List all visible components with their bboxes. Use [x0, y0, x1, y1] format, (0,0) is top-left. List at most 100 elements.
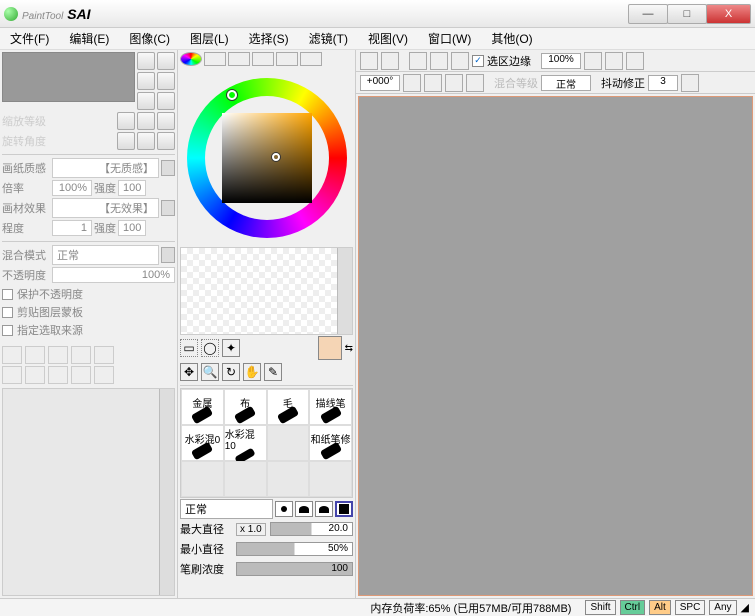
navigator-preview[interactable]: [2, 52, 135, 102]
clear-layer-button[interactable]: [94, 346, 114, 364]
rot-btn[interactable]: [117, 132, 135, 150]
menu-layer[interactable]: 图层(L): [184, 28, 235, 49]
brush-preset[interactable]: 和纸笔修: [309, 425, 352, 461]
brush-blend-dropdown[interactable]: 正常: [180, 499, 273, 519]
zoom-out-button[interactable]: [584, 52, 602, 70]
max-size-slider[interactable]: 20.0: [270, 522, 353, 536]
scale-value[interactable]: 100%: [52, 180, 92, 196]
undo-button[interactable]: [360, 52, 378, 70]
clipping-mask-checkbox[interactable]: [2, 307, 13, 318]
delete-layer-button[interactable]: [71, 366, 91, 384]
nav-btn[interactable]: [137, 52, 155, 70]
lasso-tool[interactable]: ◯: [201, 339, 219, 357]
maximize-button[interactable]: □: [667, 4, 707, 24]
density-slider[interactable]: 100: [236, 562, 353, 576]
effect-dropdown[interactable]: 【无效果】: [52, 198, 159, 218]
show-sel-button[interactable]: [451, 52, 469, 70]
intensity-value[interactable]: 100: [118, 180, 146, 196]
nav-btn[interactable]: [137, 92, 155, 110]
zoom-in-button[interactable]: [605, 52, 623, 70]
swap-colors-icon[interactable]: ⇆: [345, 343, 353, 354]
layer-mask-button[interactable]: [71, 346, 91, 364]
dropdown-icon[interactable]: [161, 200, 175, 216]
brush-preset[interactable]: 描线笔: [309, 389, 352, 425]
rot-btn[interactable]: [137, 132, 155, 150]
deselect-button[interactable]: [409, 52, 427, 70]
nav-btn[interactable]: [157, 92, 175, 110]
dropdown-icon[interactable]: [161, 160, 175, 176]
magic-wand-tool[interactable]: ✦: [222, 339, 240, 357]
brush-shape-square[interactable]: [335, 501, 353, 517]
rot-btn[interactable]: [157, 132, 175, 150]
nav-btn[interactable]: [157, 72, 175, 90]
redo-button[interactable]: [381, 52, 399, 70]
new-linework-button[interactable]: [25, 346, 45, 364]
degree-value[interactable]: 1: [52, 220, 92, 236]
rect-select-tool[interactable]: ▭: [180, 339, 198, 357]
hsv-slider-button[interactable]: [228, 52, 250, 66]
sv-square[interactable]: [222, 113, 312, 203]
brush-preset-empty[interactable]: [224, 461, 267, 497]
opacity-value[interactable]: 100%: [52, 267, 175, 283]
foreground-color-swatch[interactable]: [318, 336, 342, 360]
canvas[interactable]: [358, 96, 753, 596]
color-wheel-mode-button[interactable]: [180, 52, 202, 66]
clear-button[interactable]: [94, 366, 114, 384]
texture-dropdown[interactable]: 【无质感】: [52, 158, 159, 178]
rotate-tool[interactable]: ↻: [222, 363, 240, 381]
menu-filter[interactable]: 滤镜(T): [303, 28, 354, 49]
protect-opacity-checkbox[interactable]: [2, 289, 13, 300]
brush-preset[interactable]: 毛: [267, 389, 310, 425]
rotate-cw-button[interactable]: [424, 74, 442, 92]
rotate-ccw-button[interactable]: [403, 74, 421, 92]
angle-input[interactable]: +000°: [360, 75, 400, 91]
menu-image[interactable]: 图像(C): [123, 28, 176, 49]
size-multiplier[interactable]: x 1.0: [236, 523, 266, 536]
intensity-value2[interactable]: 100: [118, 220, 146, 236]
brush-preset[interactable]: 水彩混0: [181, 425, 224, 461]
zoom-btn[interactable]: [157, 112, 175, 130]
rgb-slider-button[interactable]: [204, 52, 226, 66]
new-layer-button[interactable]: [2, 346, 22, 364]
blend-mode-dropdown[interactable]: 正常: [52, 245, 159, 265]
brush-preset-empty[interactable]: [267, 461, 310, 497]
menu-other[interactable]: 其他(O): [485, 28, 538, 49]
menu-view[interactable]: 视图(V): [362, 28, 414, 49]
resize-grip-icon[interactable]: ◢: [741, 601, 749, 614]
stabilizer-dropdown-button[interactable]: [681, 74, 699, 92]
brush-preset[interactable]: 水彩混10: [224, 425, 267, 461]
invert-sel-button[interactable]: [430, 52, 448, 70]
eyedropper-tool[interactable]: ✎: [264, 363, 282, 381]
min-size-slider[interactable]: 50%: [236, 542, 353, 556]
brush-preset[interactable]: 金属: [181, 389, 224, 425]
new-folder-button[interactable]: [48, 346, 68, 364]
zoom-btn[interactable]: [137, 112, 155, 130]
brush-shape-round[interactable]: [275, 501, 293, 517]
nav-btn[interactable]: [137, 72, 155, 90]
brush-shape-flat2[interactable]: [315, 501, 333, 517]
selection-source-checkbox[interactable]: [2, 325, 13, 336]
merge-down-button[interactable]: [25, 366, 45, 384]
dropdown-icon[interactable]: [161, 247, 175, 263]
brush-shape-flat[interactable]: [295, 501, 313, 517]
flatten-button[interactable]: [48, 366, 68, 384]
reset-rotation-button[interactable]: [445, 74, 463, 92]
color-mixer-button[interactable]: [252, 52, 274, 66]
move-tool[interactable]: ✥: [180, 363, 198, 381]
zoom-btn[interactable]: [117, 112, 135, 130]
zoom-fit-button[interactable]: [626, 52, 644, 70]
nav-btn[interactable]: [157, 52, 175, 70]
stabilizer-input[interactable]: 3: [648, 75, 678, 91]
brush-preset-empty[interactable]: [181, 461, 224, 497]
close-button[interactable]: X: [706, 4, 751, 24]
transfer-down-button[interactable]: [2, 366, 22, 384]
zoom-tool[interactable]: 🔍: [201, 363, 219, 381]
menu-window[interactable]: 窗口(W): [422, 28, 477, 49]
flip-button[interactable]: [466, 74, 484, 92]
menu-edit[interactable]: 编辑(E): [63, 28, 115, 49]
menu-file[interactable]: 文件(F): [4, 28, 55, 49]
canvas-blend-dropdown[interactable]: 正常: [541, 75, 591, 91]
sel-edge-checkbox[interactable]: ✓: [472, 55, 484, 67]
hue-marker-icon[interactable]: [227, 90, 237, 100]
scratchpad-area[interactable]: [180, 247, 353, 335]
